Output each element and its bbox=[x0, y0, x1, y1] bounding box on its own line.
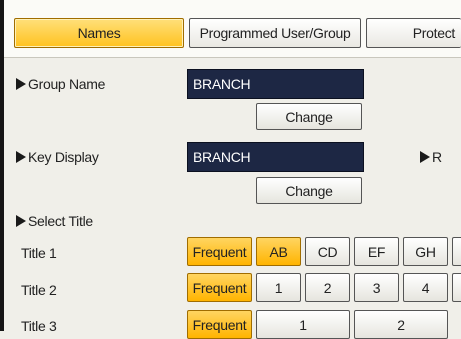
tab-names[interactable]: Names bbox=[14, 18, 184, 48]
title-3-key-button[interactable]: 2 bbox=[354, 310, 448, 339]
group-name-field: BRANCH bbox=[187, 69, 364, 99]
key-display-field: BRANCH bbox=[187, 142, 364, 172]
tab-protect[interactable]: Protect bbox=[366, 18, 461, 48]
triangle-bullet-icon bbox=[16, 215, 26, 227]
title-2-key-button[interactable]: 3 bbox=[354, 273, 399, 302]
group-name-row-label: Group Name bbox=[16, 76, 105, 92]
title-2-key-button[interactable]: 2 bbox=[305, 273, 350, 302]
triangle-bullet-icon bbox=[16, 78, 26, 90]
title-2-label: Title 2 bbox=[21, 282, 57, 298]
group-name-label: Group Name bbox=[28, 76, 106, 92]
title-2-key-button-cut[interactable] bbox=[452, 273, 461, 302]
right-cut-label: R bbox=[432, 149, 442, 165]
title-1-label: Title 1 bbox=[21, 245, 57, 261]
title-1-key-button[interactable]: CD bbox=[305, 237, 350, 266]
title-2-key-button[interactable]: 1 bbox=[256, 273, 301, 302]
title-1-key-button[interactable]: AB bbox=[256, 237, 301, 266]
triangle-bullet-icon bbox=[420, 151, 430, 163]
title-1-key-button[interactable]: GH bbox=[403, 237, 448, 266]
title-2-key-button[interactable]: 4 bbox=[403, 273, 448, 302]
title-1-key-button[interactable]: EF bbox=[354, 237, 399, 266]
group-name-change-button[interactable]: Change bbox=[256, 103, 362, 130]
tab-programmed-user-group[interactable]: Programmed User/Group bbox=[189, 18, 361, 48]
triangle-bullet-icon bbox=[16, 151, 26, 163]
right-cut-row-label: R bbox=[420, 149, 442, 165]
select-title-label: Select Title bbox=[28, 213, 93, 229]
key-display-row-label: Key Display bbox=[16, 149, 99, 165]
title-1-frequent-button[interactable]: Frequent bbox=[187, 237, 252, 266]
title-3-key-button[interactable]: 1 bbox=[256, 310, 350, 339]
title-3-label: Title 3 bbox=[21, 318, 57, 334]
title-3-frequent-button[interactable]: Frequent bbox=[187, 310, 252, 339]
title-2-frequent-button[interactable]: Frequent bbox=[187, 273, 252, 302]
title-1-key-button-cut[interactable] bbox=[452, 237, 461, 266]
key-display-label: Key Display bbox=[28, 149, 99, 165]
tab-bar: Names Programmed User/Group Protect bbox=[4, 0, 461, 58]
select-title-row-label: Select Title bbox=[16, 213, 93, 229]
key-display-change-button[interactable]: Change bbox=[256, 177, 362, 204]
